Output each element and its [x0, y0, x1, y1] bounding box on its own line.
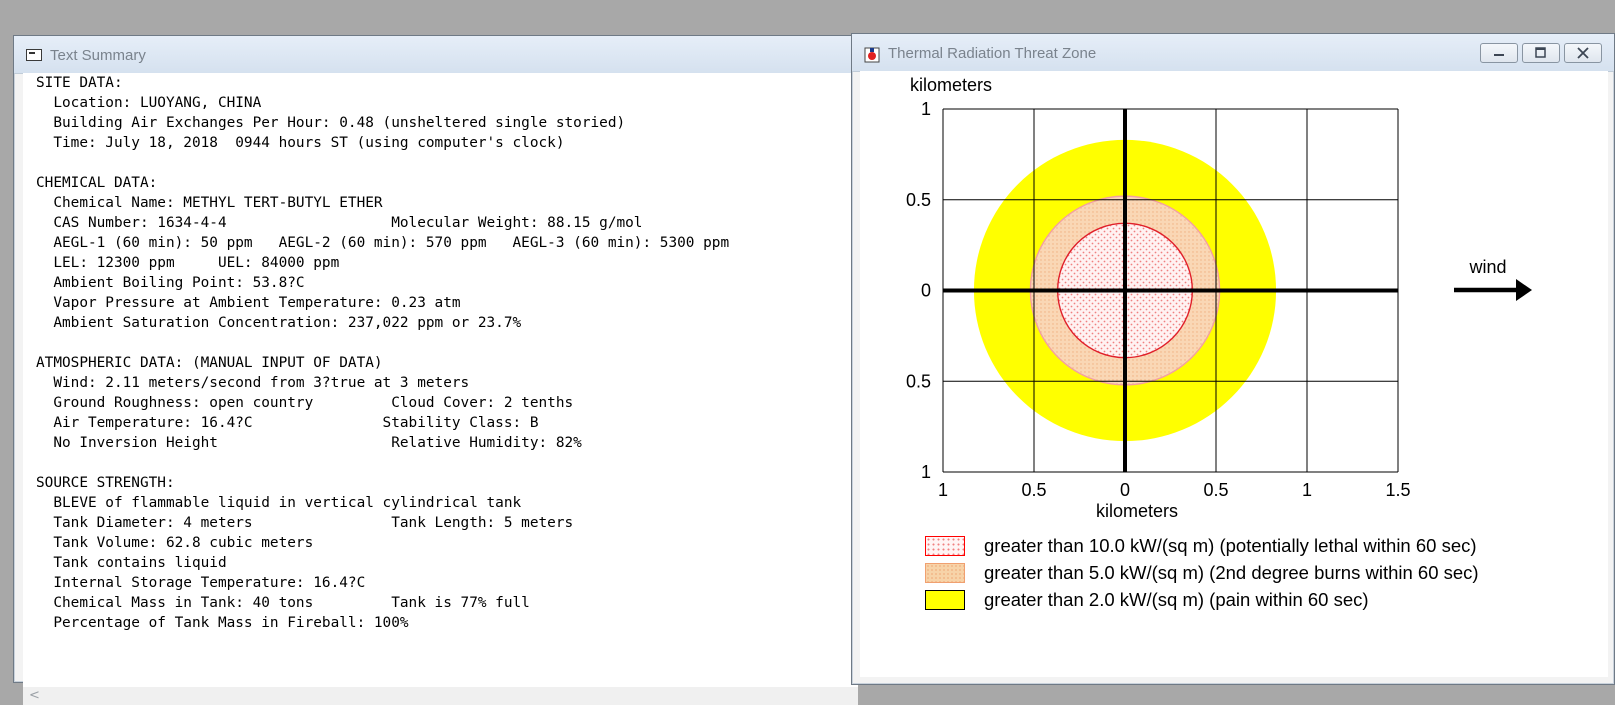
summary-line: AEGL-1 (60 min): 50 ppm AEGL-2 (60 min):…: [36, 235, 730, 251]
text-window-icon: [26, 49, 42, 61]
summary-line: Chemical Name: METHYL TERT-BUTYL ETHER: [36, 195, 383, 211]
summary-line: No Inversion Height Relative Humidity: 8…: [36, 435, 582, 451]
summary-line: Building Air Exchanges Per Hour: 0.48 (u…: [36, 115, 626, 131]
text-summary-window: Text Summary SITE DATA: Location: LUOYAN…: [13, 35, 858, 705]
legend-label: greater than 5.0 kW/(sq m) (2nd degree b…: [984, 562, 1479, 583]
threat-zone-window: Thermal Radiation Threat Zone 1 0.5 0 0.…: [851, 33, 1615, 685]
threat-zone-chart: 1 0.5 0 0.5 1 1.5 1 0.5 0 0.5 1 kilometers kilome…: [906, 75, 1532, 521]
x-tick-label: 0.5: [1021, 480, 1046, 500]
summary-line: Wind: 2.11 meters/second from 3?true at …: [36, 375, 470, 391]
legend-swatch: [925, 590, 965, 610]
text-summary-titlebar[interactable]: Text Summary: [14, 36, 852, 74]
summary-text: SITE DATA: Location: LUOYANG, CHINA Buil…: [23, 73, 858, 633]
summary-line: Tank Diameter: 4 meters Tank Length: 5 m…: [36, 515, 574, 531]
x-axis-label: kilometers: [1096, 501, 1178, 521]
minimize-icon: [1494, 54, 1504, 56]
summary-line: Air Temperature: 16.4?C Stability Class:…: [36, 415, 539, 431]
text-summary-title: Text Summary: [50, 47, 146, 64]
legend-swatch: [925, 536, 965, 556]
wind-arrow-icon: [1454, 279, 1532, 301]
summary-line: Ambient Boiling Point: 53.8?C: [36, 275, 305, 291]
summary-line: SOURCE STRENGTH:: [36, 475, 175, 491]
y-tick-label: 0.5: [906, 371, 931, 391]
legend-label: greater than 2.0 kW/(sq m) (pain within …: [984, 589, 1369, 610]
x-tick-label: 0: [1120, 480, 1130, 500]
x-tick-label: 1: [938, 480, 948, 500]
close-icon: [1577, 47, 1589, 59]
summary-line: LEL: 12300 ppm UEL: 84000 ppm: [36, 255, 340, 271]
summary-line: Time: July 18, 2018 0944 hours ST (using…: [36, 135, 565, 151]
y-tick-label: 1: [921, 99, 931, 119]
summary-line: Ground Roughness: open country Cloud Cov…: [36, 395, 574, 411]
summary-line: Location: LUOYANG, CHINA: [36, 95, 262, 111]
y-axis-label: kilometers: [910, 75, 992, 95]
maximize-button[interactable]: [1522, 43, 1560, 63]
y-tick-label: 0.5: [906, 190, 931, 210]
threat-zone-title: Thermal Radiation Threat Zone: [888, 45, 1097, 62]
horizontal-scrollbar[interactable]: <: [23, 687, 858, 705]
wind-label: wind: [1468, 257, 1506, 277]
summary-line: CHEMICAL DATA:: [36, 175, 158, 191]
legend-label: greater than 10.0 kW/(sq m) (potentially…: [984, 535, 1477, 556]
text-summary-content: SITE DATA: Location: LUOYANG, CHINA Buil…: [23, 73, 858, 687]
maximize-icon: [1535, 47, 1546, 58]
x-tick-label: 0.5: [1203, 480, 1228, 500]
close-button[interactable]: [1564, 43, 1602, 63]
summary-line: Vapor Pressure at Ambient Temperature: 0…: [36, 295, 461, 311]
y-tick-label: 1: [921, 462, 931, 482]
x-tick-labels: 1 0.5 0 0.5 1 1.5: [938, 480, 1411, 500]
summary-line: Internal Storage Temperature: 16.4?C: [36, 575, 366, 591]
legend-swatch: [925, 563, 965, 583]
summary-line: Chemical Mass in Tank: 40 tons Tank is 7…: [36, 595, 530, 611]
threat-zone-content: 1 0.5 0 0.5 1 1.5 1 0.5 0 0.5 1 kilometers kilome…: [860, 71, 1608, 677]
summary-line: CAS Number: 1634-4-4 Molecular Weight: 8…: [36, 215, 643, 231]
x-tick-label: 1.5: [1385, 480, 1410, 500]
summary-line: ATMOSPHERIC DATA: (MANUAL INPUT OF DATA): [36, 355, 383, 371]
summary-line: Ambient Saturation Concentration: 237,02…: [36, 315, 522, 331]
minimize-button[interactable]: [1480, 43, 1518, 63]
summary-line: SITE DATA:: [36, 75, 123, 91]
y-tick-labels: 1 0.5 0 0.5 1: [906, 99, 931, 482]
summary-line: Tank contains liquid: [36, 555, 227, 571]
y-tick-label: 0: [921, 281, 931, 301]
threat-zone-titlebar[interactable]: Thermal Radiation Threat Zone: [852, 34, 1614, 72]
summary-line: Percentage of Tank Mass in Fireball: 100…: [36, 615, 409, 631]
summary-line: BLEVE of flammable liquid in vertical cy…: [36, 495, 522, 511]
x-tick-label: 1: [1302, 480, 1312, 500]
threat-zone-window-icon: [864, 47, 880, 63]
summary-line: Tank Volume: 62.8 cubic meters: [36, 535, 314, 551]
